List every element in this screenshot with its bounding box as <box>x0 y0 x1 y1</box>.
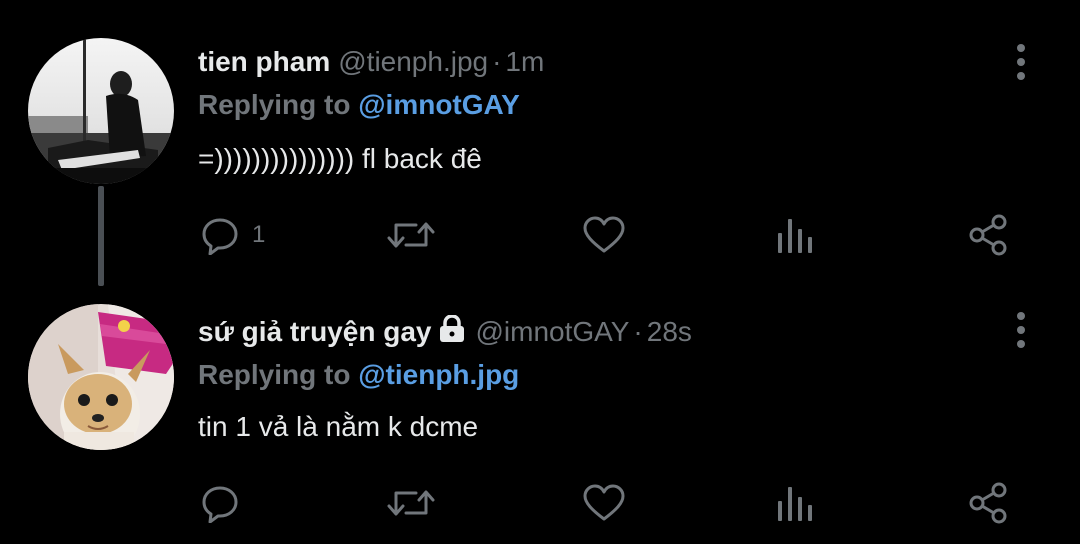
handle[interactable]: @imnotGAY <box>475 316 629 347</box>
separator-dot: · <box>492 46 502 77</box>
share-icon <box>969 214 1007 256</box>
action-bar: 1 <box>0 210 1080 260</box>
mention-link[interactable]: @imnotGAY <box>358 89 520 120</box>
action-bar <box>0 478 1080 528</box>
reply-button[interactable]: 1 <box>200 210 265 260</box>
heart-icon <box>583 216 625 253</box>
avatar[interactable] <box>28 304 174 450</box>
reply-icon <box>202 218 238 255</box>
display-name[interactable]: tien pham <box>198 46 330 77</box>
retweet-icon <box>387 490 435 516</box>
more-vertical-icon <box>1017 44 1025 80</box>
retweet-button[interactable] <box>386 478 436 528</box>
more-vertical-icon <box>1017 312 1025 348</box>
display-name[interactable]: sứ giả truyện gay <box>198 316 431 347</box>
reply-count: 1 <box>252 221 266 248</box>
bar-chart-icon <box>778 219 812 253</box>
tweet-text: tin 1 vả là nằm k dcme <box>198 411 479 442</box>
replying-to-label: Replying to <box>198 89 351 120</box>
retweet-icon <box>387 222 435 248</box>
tweet-header: tien pham @tienph.jpg · 1m <box>198 45 544 79</box>
share-button[interactable] <box>966 478 1010 528</box>
more-options-button[interactable] <box>1006 42 1036 82</box>
avatar-photo <box>28 304 174 450</box>
share-icon <box>969 482 1007 524</box>
tweet[interactable]: tien pham @tienph.jpg · 1m Replying to @imn… <box>0 0 1080 286</box>
heart-icon <box>583 484 625 521</box>
share-button[interactable] <box>966 210 1010 260</box>
handle[interactable]: @tienph.jpg <box>338 46 488 77</box>
tweet-header: sứ giả truyện gay @imnotGAY · 28s <box>198 314 692 351</box>
reply-icon <box>202 486 238 523</box>
views-button[interactable] <box>775 478 815 528</box>
replying-to: Replying to @imnotGAY <box>198 88 520 122</box>
more-options-button[interactable] <box>1006 310 1036 350</box>
timestamp[interactable]: 28s <box>647 316 692 347</box>
retweet-button[interactable] <box>386 210 436 260</box>
lock-icon <box>437 314 467 351</box>
timestamp[interactable]: 1m <box>505 46 544 77</box>
mention-link[interactable]: @tienph.jpg <box>358 359 519 390</box>
avatar-photo <box>28 38 174 184</box>
like-button[interactable] <box>582 478 626 528</box>
avatar[interactable] <box>28 38 174 184</box>
replying-to: Replying to @tienph.jpg <box>198 358 519 392</box>
reply-button[interactable] <box>200 478 252 528</box>
separator-dot: · <box>633 316 643 347</box>
replying-to-label: Replying to <box>198 359 351 390</box>
tweet[interactable]: sứ giả truyện gay @imnotGAY · 28s Replying … <box>0 272 1080 544</box>
tweet-text: =))))))))))))))) fl back đê <box>198 143 482 174</box>
like-button[interactable] <box>582 210 626 260</box>
bar-chart-icon <box>778 487 812 521</box>
views-button[interactable] <box>775 210 815 260</box>
